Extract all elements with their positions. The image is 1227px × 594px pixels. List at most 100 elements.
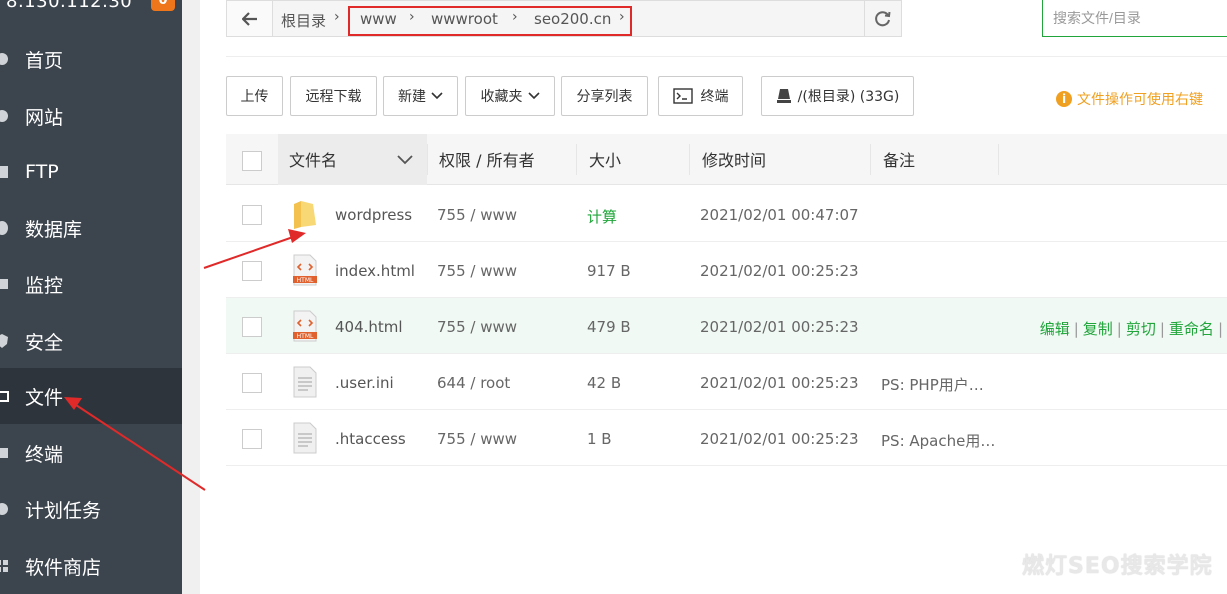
file-size: 42 B (587, 374, 622, 392)
sidebar-gutter (182, 0, 200, 594)
file-mtime: 2021/02/01 00:25:23 (700, 318, 859, 336)
chevron-right-icon: › (334, 9, 340, 25)
disk-button[interactable]: /(根目录) (33G) (761, 76, 914, 116)
sidebar-item-website[interactable]: 网站 (0, 88, 182, 144)
share-list-label: 分享列表 (576, 89, 633, 105)
notification-badge[interactable]: 0 (151, 0, 175, 11)
file-size: 1 B (587, 430, 612, 448)
info-icon: i (1056, 91, 1072, 107)
file-note[interactable]: PS: Apache用… (881, 430, 995, 451)
annotation-highlight-box (348, 6, 632, 36)
refresh-icon (875, 10, 891, 26)
upload-button[interactable]: 上传 (226, 76, 283, 116)
monitor-icon (0, 279, 8, 289)
divider (226, 56, 1227, 57)
watermark: 燃灯SEO搜索学院 (1022, 554, 1213, 579)
chevron-down-icon (431, 92, 443, 100)
file-perm[interactable]: 755 / www (437, 318, 517, 336)
sidebar-item-label: 监控 (25, 274, 64, 297)
file-note[interactable]: PS: PHP用户… (881, 374, 984, 395)
sidebar-item-database[interactable]: 数据库 (0, 200, 182, 256)
separator: | (1116, 320, 1122, 338)
sidebar-item-label: 软件商店 (25, 556, 102, 579)
file-perm[interactable]: 755 / www (437, 206, 517, 224)
sidebar-item-cron[interactable]: 计划任务 (0, 481, 182, 537)
path-bar[interactable]: 根目录 › www › wwwroot › seo200.cn › (226, 0, 902, 37)
column-divider (870, 144, 871, 175)
new-button[interactable]: 新建 (383, 76, 458, 116)
refresh-button[interactable] (864, 0, 902, 37)
breadcrumb-root[interactable]: 根目录 (281, 10, 326, 31)
new-label: 新建 (398, 89, 426, 105)
select-all-checkbox[interactable] (242, 151, 262, 171)
file-mtime: 2021/02/01 00:25:23 (700, 374, 859, 392)
sidebar-item-files[interactable]: 文件 (0, 368, 182, 424)
rename-link[interactable]: 重命名 (1169, 320, 1214, 338)
row-checkbox[interactable] (242, 205, 262, 225)
ftp-icon (0, 166, 8, 178)
sidebar-item-home[interactable]: 首页 (0, 31, 182, 87)
favorites-button[interactable]: 收藏夹 (465, 76, 555, 116)
table-row[interactable]: .user.ini 644 / root 42 B 2021/02/01 00:… (226, 354, 1227, 410)
header-size[interactable]: 大小 (589, 134, 621, 185)
text-file-icon (293, 422, 317, 454)
sidebar-item-label: 计划任务 (25, 499, 102, 522)
header-name[interactable]: 文件名 (289, 134, 337, 185)
file-name[interactable]: index.html (335, 262, 415, 280)
sidebar-item-store[interactable]: 软件商店 (0, 538, 182, 594)
sidebar-item-label: 文件 (25, 386, 64, 409)
file-name[interactable]: .user.ini (335, 374, 394, 392)
right-click-hint: i 文件操作可使用右键 (1056, 89, 1203, 109)
file-name[interactable]: .htaccess (335, 430, 406, 448)
table-row[interactable]: HTML 404.html 755 / www 479 B 2021/02/01… (226, 298, 1227, 354)
table-header: 文件名 权限 / 所有者 大小 修改时间 备注 (226, 134, 1227, 185)
table-row[interactable]: wordpress 755 / www 计算 2021/02/01 00:47:… (226, 186, 1227, 242)
sidebar-item-security[interactable]: 安全 (0, 313, 182, 369)
column-divider (998, 144, 999, 175)
row-checkbox[interactable] (242, 429, 262, 449)
table-row[interactable]: HTML index.html 755 / www 917 B 2021/02/… (226, 242, 1227, 298)
text-file-icon (293, 366, 317, 398)
sidebar-item-terminal[interactable]: 终端 (0, 425, 182, 481)
back-button[interactable] (227, 1, 273, 36)
separator: | (1073, 320, 1079, 338)
row-actions: 编辑 | 复制 | 剪切 | 重命名 | (1040, 318, 1227, 339)
row-checkbox[interactable] (242, 373, 262, 393)
sidebar-item-monitor[interactable]: 监控 (0, 256, 182, 312)
calc-size-link[interactable]: 计算 (587, 206, 617, 227)
file-perm[interactable]: 644 / root (437, 374, 510, 392)
html-file-icon: HTML (293, 310, 317, 342)
cut-link[interactable]: 剪切 (1126, 320, 1156, 338)
header-note: 备注 (883, 151, 916, 170)
search-input[interactable] (1042, 0, 1227, 37)
sort-chevron-down-icon[interactable] (397, 155, 413, 165)
sidebar-item-ftp[interactable]: FTP (0, 144, 182, 200)
hint-text: 文件操作可使用右键 (1077, 92, 1203, 108)
header-perm[interactable]: 权限 / 所有者 (439, 134, 535, 185)
file-name[interactable]: 404.html (335, 318, 403, 336)
terminal-button[interactable]: 终端 (658, 76, 743, 116)
remote-download-button[interactable]: 远程下载 (290, 76, 377, 116)
sidebar-item-label: 首页 (25, 49, 64, 72)
store-icon (0, 560, 8, 572)
row-checkbox[interactable] (242, 261, 262, 281)
header-mtime[interactable]: 修改时间 (702, 134, 766, 185)
shield-icon (0, 334, 8, 348)
row-checkbox[interactable] (242, 317, 262, 337)
svg-text:HTML: HTML (297, 277, 314, 284)
file-perm[interactable]: 755 / www (437, 430, 517, 448)
terminal-icon (672, 88, 693, 104)
file-name[interactable]: wordpress (335, 206, 412, 224)
table-row[interactable]: .htaccess 755 / www 1 B 2021/02/01 00:25… (226, 410, 1227, 466)
separator: | (1217, 320, 1223, 338)
globe-icon (0, 110, 8, 122)
edit-link[interactable]: 编辑 (1040, 320, 1070, 338)
database-icon (0, 221, 8, 235)
share-list-button[interactable]: 分享列表 (561, 76, 648, 116)
terminal-icon (0, 448, 8, 458)
copy-link[interactable]: 复制 (1083, 320, 1113, 338)
file-mtime: 2021/02/01 00:47:07 (700, 206, 859, 224)
file-perm[interactable]: 755 / www (437, 262, 517, 280)
chevron-down-icon (527, 92, 540, 100)
column-divider (576, 144, 577, 175)
